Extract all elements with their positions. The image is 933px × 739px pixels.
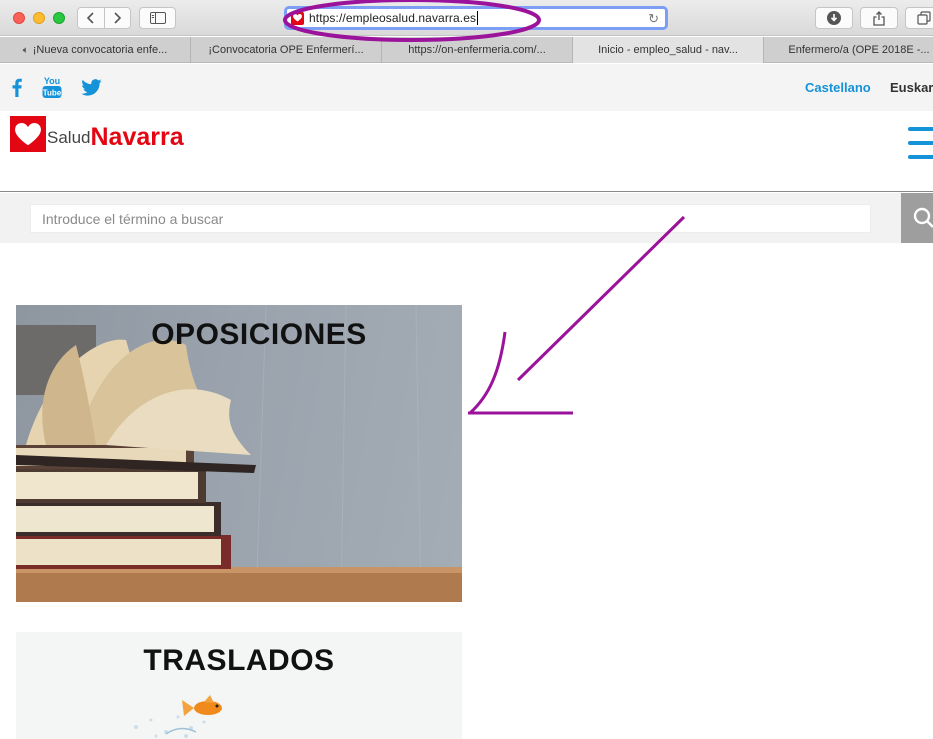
browser-tab-active[interactable]: Inicio - empleo_salud - nav...	[573, 37, 764, 63]
svg-text:Tube: Tube	[43, 89, 62, 98]
share-button[interactable]	[860, 7, 898, 29]
logo-text-navarra: Navarra	[90, 123, 184, 151]
zoom-window-button[interactable]	[53, 12, 65, 24]
social-bar: You Tube	[0, 64, 933, 111]
svg-text:You: You	[44, 76, 60, 86]
twitter-icon[interactable]	[80, 74, 102, 100]
browser-toolbar: https://empleosalud.navarra.es ↻	[0, 0, 933, 36]
share-icon	[873, 10, 885, 26]
forward-button[interactable]	[103, 8, 131, 28]
browser-tab[interactable]: 🔈︎ ¡Nueva convocatoria enfe...	[0, 37, 191, 63]
browser-tab[interactable]: Enfermero/a (OPE 2018E -...	[764, 37, 933, 63]
annotation-arrowhead-curve	[468, 331, 507, 415]
reload-icon[interactable]: ↻	[648, 11, 659, 27]
back-button[interactable]	[78, 8, 104, 28]
traslados-card[interactable]: TRASLADOS	[16, 632, 462, 739]
tab-bar: 🔈︎ ¡Nueva convocatoria enfe... ¡Convocat…	[0, 37, 933, 63]
back-forward-group	[77, 7, 131, 29]
minimize-window-button[interactable]	[33, 12, 45, 24]
close-window-button[interactable]	[13, 12, 25, 24]
card-title: TRASLADOS	[143, 644, 335, 677]
text-cursor	[477, 11, 479, 25]
speaker-muted-icon[interactable]: 🔈︎	[23, 45, 29, 56]
tabs-icon	[917, 11, 931, 25]
downloads-button[interactable]	[815, 7, 853, 29]
card-title: OPOSICIONES	[151, 318, 367, 351]
sidebar-icon	[149, 12, 166, 24]
salud-navarra-logo[interactable]: Salud Navarra	[10, 116, 184, 152]
tab-label: Enfermero/a (OPE 2018E -...	[788, 44, 930, 56]
address-bar[interactable]: https://empleosalud.navarra.es ↻	[284, 6, 668, 30]
oposiciones-card[interactable]: OPOSICIONES	[16, 305, 462, 602]
heart-icon	[293, 14, 302, 22]
site-favicon	[291, 11, 304, 25]
heart-logo-icon	[10, 116, 46, 152]
tab-label: ¡Nueva convocatoria enfe...	[32, 44, 168, 56]
sidebar-toggle-button[interactable]	[139, 7, 176, 29]
site-header: Salud Navarra	[0, 111, 933, 192]
download-icon	[827, 11, 841, 25]
tab-overview-button[interactable]	[905, 7, 933, 29]
menu-hamburger-button[interactable]	[908, 127, 933, 161]
search-input[interactable]	[30, 204, 871, 233]
tab-label: https://on-enfermeria.com/...	[408, 44, 546, 56]
tab-label: ¡Convocatoria OPE Enfermerí...	[208, 44, 364, 56]
tab-label: Inicio - empleo_salud - nav...	[598, 44, 738, 56]
youtube-icon[interactable]: You Tube	[41, 74, 63, 100]
search-bar	[0, 193, 933, 243]
chevron-left-icon	[86, 12, 94, 24]
url-text: https://empleosalud.navarra.es	[309, 11, 477, 25]
search-button[interactable]	[901, 193, 933, 243]
chevron-right-icon	[114, 12, 122, 24]
browser-tab[interactable]: https://on-enfermeria.com/...	[382, 37, 573, 63]
search-icon	[913, 207, 933, 228]
logo-text-salud: Salud	[47, 128, 91, 147]
browser-tab[interactable]: ¡Convocatoria OPE Enfermerí...	[191, 37, 382, 63]
facebook-icon[interactable]	[10, 74, 24, 100]
language-castellano-link[interactable]: Castellano	[805, 80, 871, 95]
language-euskara-link[interactable]: Euskar	[890, 80, 933, 95]
